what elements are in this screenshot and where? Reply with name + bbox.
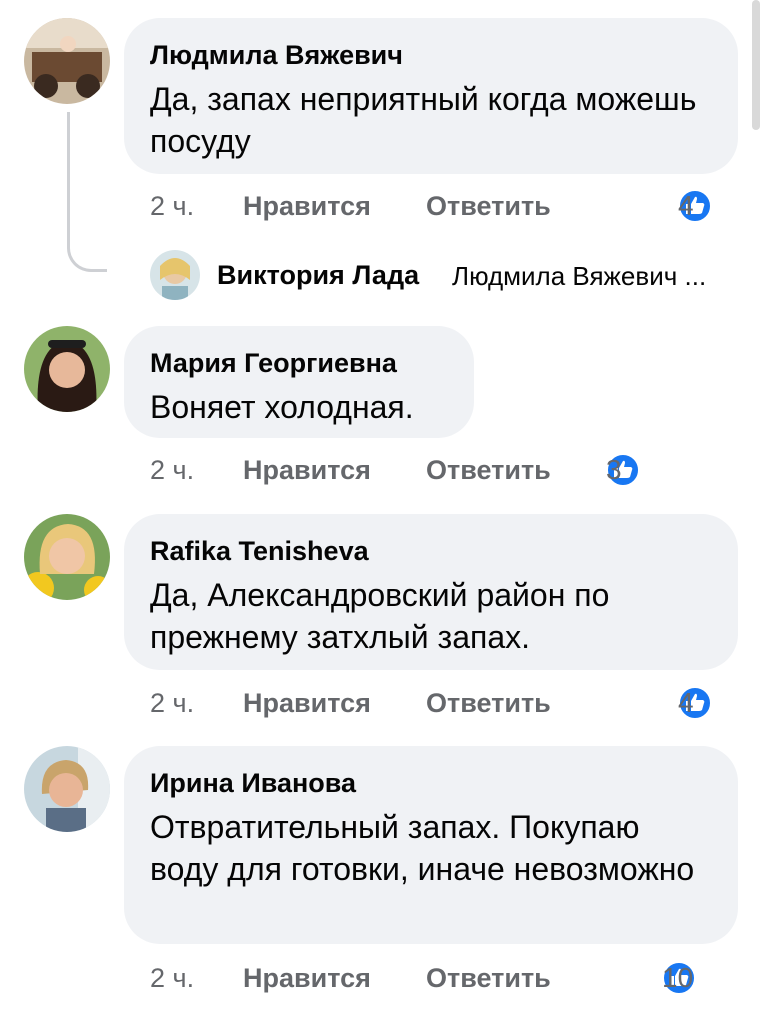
- like-button[interactable]: Нравится: [243, 186, 371, 226]
- reply-button[interactable]: Ответить: [426, 958, 551, 998]
- reply-button[interactable]: Ответить: [426, 186, 551, 226]
- like-button[interactable]: Нравится: [243, 450, 371, 490]
- comment-bubble: Мария Георгиевна Воняет холодная.: [124, 326, 474, 438]
- comment-author[interactable]: Мария Георгиевна: [150, 346, 446, 380]
- comment-actions: 2 ч. Нравится Ответить 4: [150, 186, 750, 226]
- comment-text: Отвратительный запах. Покупаю воду для г…: [150, 809, 695, 887]
- comment-author[interactable]: Ирина Иванова: [150, 766, 710, 800]
- comment-text: Да, Александровский район по прежнему за…: [150, 577, 610, 655]
- reply-text-preview[interactable]: Людмила Вяжевич ...: [452, 258, 706, 294]
- avatar[interactable]: [24, 326, 110, 412]
- comment-author[interactable]: Людмила Вяжевич: [150, 38, 710, 72]
- thread-line: [67, 112, 107, 272]
- reply-preview-row[interactable]: Виктория Лада Людмила Вяжевич ...: [150, 250, 750, 300]
- reaction-count: 3: [606, 454, 622, 485]
- reply-author[interactable]: Виктория Лада: [217, 257, 419, 293]
- comment-text: Да, запах неприятный когда можешь посуду: [150, 81, 697, 159]
- like-button[interactable]: Нравится: [243, 958, 371, 998]
- reply-button[interactable]: Ответить: [426, 450, 551, 490]
- reaction-summary[interactable]: 10: [662, 958, 696, 998]
- reaction-summary[interactable]: 4: [678, 186, 712, 226]
- reaction-summary[interactable]: 4: [678, 683, 712, 723]
- comment-bubble: Rafika Tenisheva Да, Александровский рай…: [124, 514, 738, 670]
- reaction-count: 10: [662, 962, 694, 993]
- avatar[interactable]: [150, 250, 200, 300]
- reaction-summary[interactable]: 3: [606, 450, 640, 490]
- reaction-count: 4: [678, 190, 694, 221]
- reaction-count: 4: [678, 687, 694, 718]
- avatar[interactable]: [24, 514, 110, 600]
- comment-actions: 2 ч. Нравится Ответить 4: [150, 683, 750, 723]
- avatar[interactable]: [24, 18, 110, 104]
- comment-time[interactable]: 2 ч.: [150, 186, 194, 226]
- comment-actions: 2 ч. Нравится Ответить 10: [150, 958, 750, 998]
- comment-time[interactable]: 2 ч.: [150, 683, 194, 723]
- like-button[interactable]: Нравится: [243, 683, 371, 723]
- avatar[interactable]: [24, 746, 110, 832]
- comment-bubble: Ирина Иванова Отвратительный запах. Поку…: [124, 746, 738, 944]
- comment-actions: 2 ч. Нравится Ответить 3: [150, 450, 750, 490]
- scrollbar[interactable]: [752, 0, 760, 130]
- comment-time[interactable]: 2 ч.: [150, 958, 194, 998]
- reply-button[interactable]: Ответить: [426, 683, 551, 723]
- comment-bubble: Людмила Вяжевич Да, запах неприятный ког…: [124, 18, 738, 174]
- comment-time[interactable]: 2 ч.: [150, 450, 194, 490]
- comment-text: Воняет холодная.: [150, 389, 414, 425]
- comment-author[interactable]: Rafika Tenisheva: [150, 534, 710, 568]
